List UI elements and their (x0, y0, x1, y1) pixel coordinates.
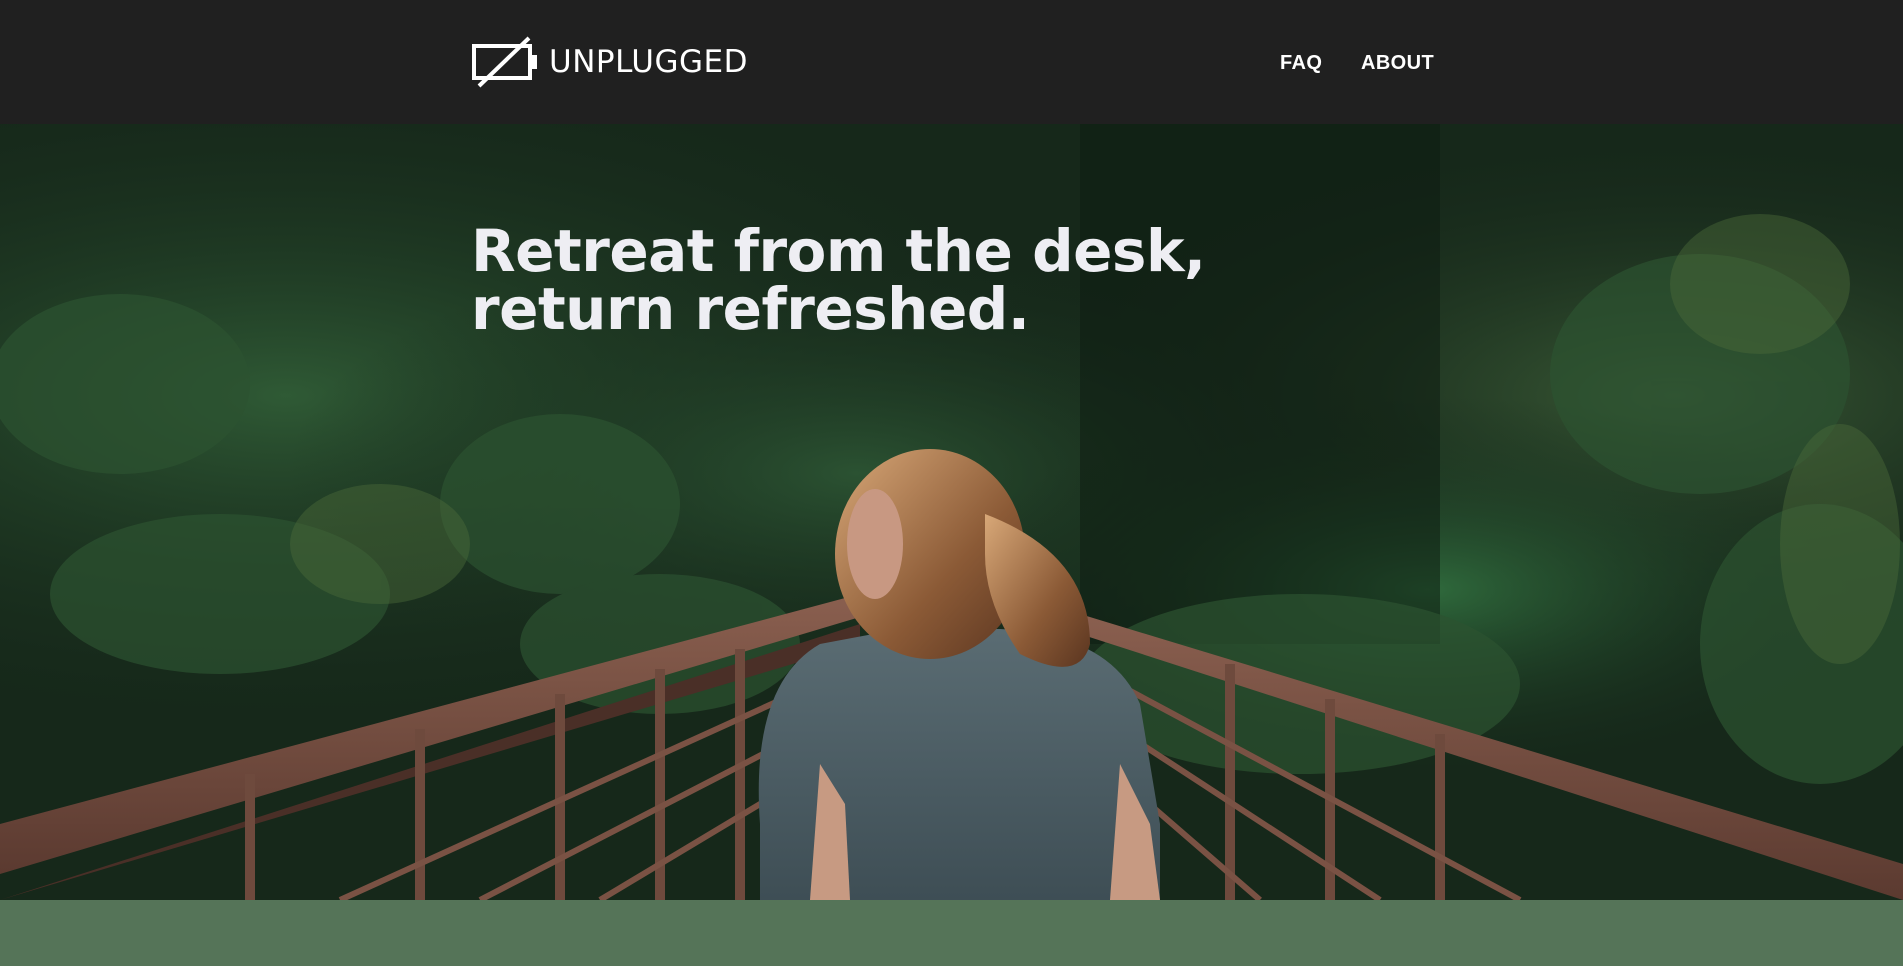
site-header: UNPLUGGED FAQ ABOUT (0, 0, 1903, 124)
hero-heading-line-2: return refreshed. (471, 275, 1030, 343)
hero-heading: Retreat from the desk, return refreshed. (471, 222, 1371, 338)
logo-link[interactable]: UNPLUGGED (471, 36, 748, 88)
hero-section: Retreat from the desk, return refreshed. (0, 124, 1903, 900)
nav-item-about: ABOUT (1361, 48, 1434, 78)
logo-text: UNPLUGGED (549, 44, 748, 80)
nav-link-about[interactable]: ABOUT (1361, 52, 1434, 75)
content-band (0, 900, 1903, 966)
hero-heading-line-1: Retreat from the desk, (471, 217, 1206, 285)
nav-link-faq[interactable]: FAQ (1280, 52, 1322, 75)
unplugged-battery-icon (472, 36, 537, 88)
nav-item-faq: FAQ (1280, 48, 1322, 78)
